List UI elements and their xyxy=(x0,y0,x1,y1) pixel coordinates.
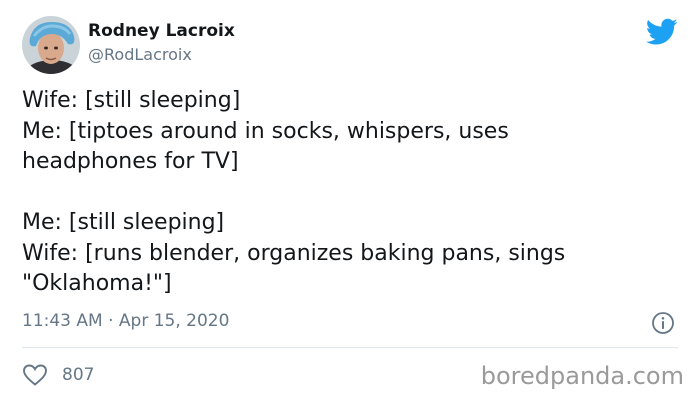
avatar-image xyxy=(22,16,80,74)
tweet-line: "Oklahoma!"] xyxy=(22,271,172,296)
like-button[interactable]: 807 xyxy=(22,361,94,389)
tweet-line: Me: [tiptoes around in socks, whispers, … xyxy=(22,118,509,144)
info-icon[interactable] xyxy=(651,311,675,335)
tweet-card: Rodney Lacroix @RodLacroix Wife: [still … xyxy=(0,0,700,402)
tweet-text: Wife: [still sleeping] Me: [tiptoes arou… xyxy=(22,86,682,300)
tweet-timestamp[interactable]: 11:43 AM · Apr 15, 2020 xyxy=(22,311,229,331)
divider xyxy=(22,347,678,348)
tweet-line: Me: [still sleeping] xyxy=(22,210,225,235)
avatar[interactable] xyxy=(22,16,80,74)
paragraph-break xyxy=(22,178,682,209)
author-handle[interactable]: @RodLacroix xyxy=(88,45,192,64)
heart-icon xyxy=(23,364,47,386)
like-count: 807 xyxy=(62,365,95,385)
author-name[interactable]: Rodney Lacroix xyxy=(88,21,235,41)
tweet-line: headphones for TV] xyxy=(22,149,239,174)
tweet-line: Wife: [runs blender, organizes baking pa… xyxy=(22,240,566,266)
twitter-bird-icon[interactable] xyxy=(646,18,678,46)
watermark: boredpanda.com xyxy=(480,362,684,390)
tweet-line: Wife: [still sleeping] xyxy=(22,88,241,113)
